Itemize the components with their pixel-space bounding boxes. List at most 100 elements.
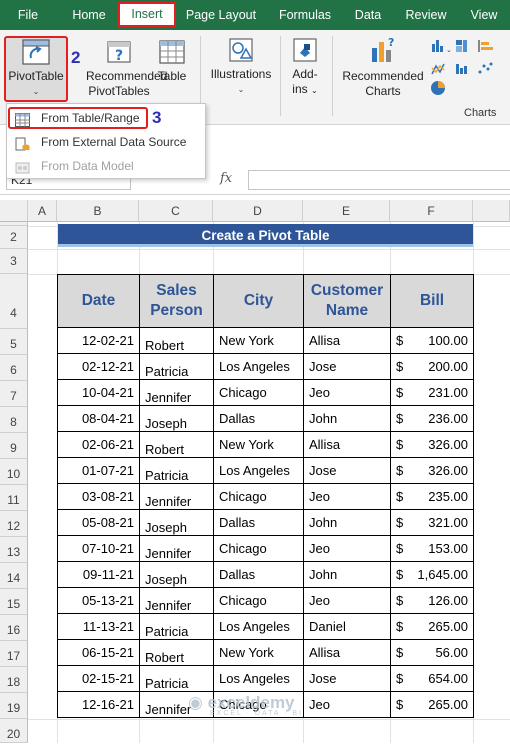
tab-insert[interactable]: Insert <box>118 2 176 27</box>
cell-date[interactable]: 08-04-21 <box>57 405 140 432</box>
cell-city[interactable]: New York <box>213 327 304 354</box>
cell-bill[interactable]: $235.00 <box>390 483 474 510</box>
cell-customer-name[interactable]: Jeo <box>303 483 391 510</box>
cell-bill[interactable]: $265.00 <box>390 691 474 718</box>
cell-date[interactable]: 12-02-21 <box>57 327 140 354</box>
row-header-11[interactable]: 11 <box>0 485 28 511</box>
row-header-13[interactable]: 13 <box>0 537 28 563</box>
cell-city[interactable]: Dallas <box>213 561 304 588</box>
sheet-title[interactable]: Create a Pivot Table <box>58 224 473 247</box>
cell-bill[interactable]: $236.00 <box>390 405 474 432</box>
header-date[interactable]: Date <box>57 274 140 328</box>
cell-city[interactable]: Los Angeles <box>213 613 304 640</box>
header-customer-name[interactable]: Customer Name <box>303 274 391 328</box>
cell-date[interactable]: 09-11-21 <box>57 561 140 588</box>
cell-sales-person[interactable]: Jennifer <box>139 535 214 562</box>
cell-sales-person[interactable]: Robert <box>139 639 214 666</box>
illustrations-button[interactable]: Illustrations ⌄ <box>206 36 276 97</box>
tab-file[interactable]: File <box>8 0 48 30</box>
select-all-corner[interactable] <box>0 200 28 222</box>
statistic-chart-icon[interactable] <box>456 64 467 74</box>
row-header-3[interactable]: 3 <box>0 249 28 274</box>
tab-view[interactable]: View <box>462 0 506 30</box>
recommended-charts-button[interactable]: ? Recommended Charts <box>340 36 426 99</box>
cell-sales-person[interactable]: Jennifer <box>139 587 214 614</box>
cell-sales-person[interactable]: Jennifer <box>139 379 214 406</box>
cell-date[interactable]: 02-12-21 <box>57 353 140 380</box>
cell-city[interactable]: Chicago <box>213 535 304 562</box>
table-button[interactable]: Table <box>153 38 191 84</box>
cell-customer-name[interactable]: John <box>303 509 391 536</box>
cell-city[interactable]: Dallas <box>213 509 304 536</box>
menu-item-from-external-data-source[interactable]: From External Data Source <box>7 130 205 154</box>
addins-button[interactable]: Add- ins ⌄ <box>285 36 325 98</box>
row-header-18[interactable]: 18 <box>0 667 28 693</box>
cell-bill[interactable]: $326.00 <box>390 457 474 484</box>
cell-city[interactable]: Dallas <box>213 405 304 432</box>
cell-city[interactable]: Los Angeles <box>213 665 304 692</box>
cell-date[interactable]: 02-15-21 <box>57 665 140 692</box>
bar-chart-icon[interactable] <box>478 40 493 52</box>
row-header-20[interactable]: 20 <box>0 719 28 743</box>
column-chart-icon[interactable] <box>432 40 443 52</box>
cell-sales-person[interactable]: Jennifer <box>139 483 214 510</box>
cell-date[interactable]: 03-08-21 <box>57 483 140 510</box>
column-header-b[interactable]: B <box>57 200 139 222</box>
cell-customer-name[interactable]: Jose <box>303 457 391 484</box>
row-header-6[interactable]: 6 <box>0 355 28 381</box>
tab-formulas[interactable]: Formulas <box>272 0 338 30</box>
column-header-e[interactable]: E <box>303 200 390 222</box>
cell-date[interactable]: 12-16-21 <box>57 691 140 718</box>
cell-bill[interactable]: $1,645.00 <box>390 561 474 588</box>
cell-bill[interactable]: $200.00 <box>390 353 474 380</box>
row-header-17[interactable]: 17 <box>0 641 28 667</box>
row-header-12[interactable]: 12 <box>0 511 28 537</box>
row-header-4[interactable]: 4 <box>0 274 28 329</box>
cell-bill[interactable]: $100.00 <box>390 327 474 354</box>
row-header-9[interactable]: 9 <box>0 433 28 459</box>
cell-bill[interactable]: $153.00 <box>390 535 474 562</box>
row-header-2[interactable]: 2 <box>0 226 28 249</box>
cell-date[interactable]: 05-08-21 <box>57 509 140 536</box>
row-header-7[interactable]: 7 <box>0 381 28 407</box>
cell-bill[interactable]: $126.00 <box>390 587 474 614</box>
tab-review[interactable]: Review <box>398 0 454 30</box>
cell-date[interactable]: 05-13-21 <box>57 587 140 614</box>
cell-sales-person[interactable]: Patricia <box>139 613 214 640</box>
fx-icon[interactable]: fx <box>220 171 232 186</box>
cell-city[interactable]: Chicago <box>213 483 304 510</box>
cell-city[interactable]: Chicago <box>213 587 304 614</box>
cell-bill[interactable]: $654.00 <box>390 665 474 692</box>
row-header-15[interactable]: 15 <box>0 589 28 615</box>
cell-customer-name[interactable]: Jeo <box>303 535 391 562</box>
cell-customer-name[interactable]: Allisa <box>303 639 391 666</box>
cell-bill[interactable]: $321.00 <box>390 509 474 536</box>
row-header-14[interactable]: 14 <box>0 563 28 589</box>
cell-sales-person[interactable]: Patricia <box>139 665 214 692</box>
cell-customer-name[interactable]: Allisa <box>303 327 391 354</box>
tab-page-layout[interactable]: Page Layout <box>180 0 262 30</box>
header-city[interactable]: City <box>213 274 304 328</box>
cell-bill[interactable]: $56.00 <box>390 639 474 666</box>
recommended-pivottables-button[interactable]: ? Recommended PivotTables <box>86 38 167 99</box>
hierarchy-chart-icon[interactable] <box>456 40 467 52</box>
cell-customer-name[interactable]: Jeo <box>303 691 391 718</box>
cell-sales-person[interactable]: Joseph <box>139 405 214 432</box>
cell-customer-name[interactable]: Jose <box>303 665 391 692</box>
cell-customer-name[interactable]: Jeo <box>303 587 391 614</box>
row-header-19[interactable]: 19 <box>0 693 28 719</box>
cell-city[interactable]: Los Angeles <box>213 353 304 380</box>
cell-date[interactable]: 02-06-21 <box>57 431 140 458</box>
cell-customer-name[interactable]: Allisa <box>303 431 391 458</box>
cell-customer-name[interactable]: John <box>303 561 391 588</box>
cell-customer-name[interactable]: John <box>303 405 391 432</box>
cell-sales-person[interactable]: Joseph <box>139 509 214 536</box>
cell-sales-person[interactable]: Robert <box>139 327 214 354</box>
cell-customer-name[interactable]: Jeo <box>303 379 391 406</box>
cell-bill[interactable]: $265.00 <box>390 613 474 640</box>
cell-sales-person[interactable]: Patricia <box>139 353 214 380</box>
row-header-16[interactable]: 16 <box>0 615 28 641</box>
cell-city[interactable]: New York <box>213 431 304 458</box>
row-header-8[interactable]: 8 <box>0 407 28 433</box>
column-header-c[interactable]: C <box>139 200 213 222</box>
